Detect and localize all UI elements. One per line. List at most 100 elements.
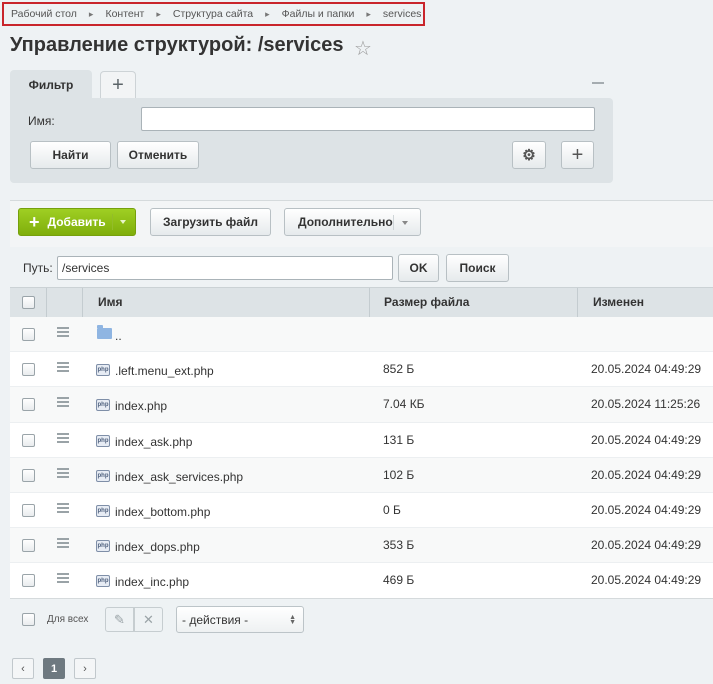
file-name[interactable]: index_ask.php — [115, 435, 192, 449]
file-modified: 20.05.2024 04:49:29 — [591, 467, 702, 482]
menu-icon[interactable] — [57, 432, 69, 443]
file-size: 0 Б — [383, 502, 401, 517]
name-label: Имя: — [28, 114, 55, 128]
prev-page-button[interactable]: ‹ — [12, 658, 34, 679]
php-file-icon: php — [96, 504, 110, 517]
file-name[interactable]: index_bottom.php — [115, 505, 210, 519]
chevron-down-icon[interactable] — [120, 220, 126, 224]
file-name[interactable]: .. — [115, 329, 122, 343]
actions-select[interactable]: - действия - ▲ ▼ — [176, 606, 304, 633]
table-row[interactable]: php index_dops.php 353 Б 20.05.2024 04:4… — [10, 528, 713, 564]
chevron-right-icon: ▸ — [88, 8, 94, 19]
ok-button[interactable]: OK — [398, 254, 439, 282]
collapse-filter-icon[interactable] — [592, 82, 604, 84]
php-file-icon: php — [96, 434, 110, 447]
cancel-button[interactable]: Отменить — [117, 141, 199, 169]
file-name[interactable]: index_inc.php — [115, 575, 189, 589]
add-filter-field-button[interactable]: + — [561, 141, 594, 169]
breadcrumb-item-content[interactable]: Контент — [105, 8, 144, 20]
menu-icon[interactable] — [57, 397, 69, 408]
find-button[interactable]: Найти — [30, 141, 111, 169]
table-row[interactable]: php index.php 7.04 КБ 20.05.2024 11:25:2… — [10, 387, 713, 423]
row-checkbox[interactable] — [22, 433, 35, 447]
file-modified: 20.05.2024 04:49:29 — [591, 538, 702, 553]
file-size: 469 Б — [383, 573, 415, 588]
chevron-right-icon: ▸ — [156, 8, 161, 19]
menu-icon[interactable] — [57, 362, 69, 373]
breadcrumb-item-services[interactable]: services — [383, 8, 422, 20]
column-header-name[interactable]: Имя — [98, 288, 123, 318]
file-modified: 20.05.2024 04:49:29 — [591, 362, 702, 377]
tab-filter[interactable]: Фильтр — [10, 70, 92, 99]
folder-up-icon — [97, 325, 112, 339]
breadcrumb-item-site-structure[interactable]: Структура сайта — [173, 8, 253, 20]
file-size: 131 Б — [383, 432, 415, 447]
path-input[interactable]: /services — [57, 256, 393, 280]
table-row[interactable]: .. — [10, 317, 713, 353]
close-icon[interactable]: ✕ — [134, 607, 163, 632]
table-row[interactable]: php .left.menu_ext.php 852 Б 20.05.2024 … — [10, 352, 713, 388]
plus-icon: + — [29, 211, 40, 232]
file-name[interactable]: index_ask_services.php — [115, 470, 243, 484]
chevron-right-icon: ▸ — [265, 8, 270, 19]
file-table: Имя Размер файла Изменен .. php .left.me… — [10, 287, 713, 599]
file-name[interactable]: index.php — [115, 399, 167, 413]
chevron-right-icon: ▸ — [366, 8, 371, 19]
column-header-size[interactable]: Размер файла — [384, 288, 469, 318]
divider — [577, 288, 578, 318]
upload-file-button[interactable]: Загрузить файл — [150, 208, 271, 236]
file-name[interactable]: .left.menu_ext.php — [115, 364, 214, 378]
menu-icon[interactable] — [57, 573, 69, 584]
menu-icon[interactable] — [57, 327, 69, 337]
more-button[interactable]: Дополнительно — [284, 208, 421, 236]
page-1-button[interactable]: 1 — [43, 658, 65, 679]
row-checkbox[interactable] — [22, 468, 35, 482]
row-checkbox[interactable] — [22, 574, 35, 588]
column-header-modified[interactable]: Изменен — [593, 288, 644, 318]
name-filter-input[interactable] — [141, 107, 595, 131]
table-body: .. php .left.menu_ext.php 852 Б 20.05.20… — [10, 317, 713, 599]
gear-icon[interactable]: ⚙ — [512, 141, 546, 169]
search-button[interactable]: Поиск — [446, 254, 509, 282]
file-size: 353 Б — [383, 538, 415, 553]
row-checkbox[interactable] — [22, 363, 35, 377]
divider — [369, 288, 370, 318]
menu-icon[interactable] — [57, 467, 69, 478]
breadcrumb: Рабочий стол ▸ Контент ▸ Структура сайта… — [2, 2, 425, 26]
file-modified: 20.05.2024 04:49:29 — [591, 573, 702, 588]
page-title: Управление структурой: /services — [10, 34, 344, 56]
select-all-checkbox[interactable] — [22, 296, 35, 309]
file-name[interactable]: index_dops.php — [115, 540, 200, 554]
add-button[interactable]: + Добавить — [18, 208, 136, 236]
breadcrumb-item-desktop[interactable]: Рабочий стол — [11, 8, 77, 20]
breadcrumb-item-files[interactable]: Файлы и папки — [282, 8, 355, 20]
row-checkbox[interactable] — [22, 328, 35, 341]
php-file-icon: php — [96, 469, 110, 482]
chevron-down-icon — [402, 221, 408, 225]
menu-icon[interactable] — [57, 502, 69, 513]
row-checkbox[interactable] — [22, 539, 35, 553]
row-checkbox[interactable] — [22, 398, 35, 412]
menu-icon[interactable] — [57, 538, 69, 549]
filter-panel: Имя: Найти Отменить ⚙ + — [10, 98, 613, 183]
divider — [82, 288, 83, 318]
table-row[interactable]: php index_inc.php 469 Б 20.05.2024 04:49… — [10, 563, 713, 599]
php-file-icon: php — [96, 540, 110, 553]
add-filter-tab-button[interactable]: + — [100, 71, 136, 98]
row-checkbox[interactable] — [22, 503, 35, 517]
table-row[interactable]: php index_bottom.php 0 Б 20.05.2024 04:4… — [10, 493, 713, 529]
next-page-button[interactable]: › — [74, 658, 96, 679]
star-icon[interactable]: ☆ — [354, 36, 372, 61]
table-row[interactable]: php index_ask.php 131 Б 20.05.2024 04:49… — [10, 423, 713, 458]
table-row[interactable]: php index_ask_services.php 102 Б 20.05.2… — [10, 457, 713, 493]
updown-icon: ▲ ▼ — [289, 614, 296, 626]
table-footer: Для всех ✎ ✕ - действия - ▲ ▼ — [10, 598, 713, 638]
edit-icon[interactable]: ✎ — [105, 607, 134, 632]
add-button-label: Добавить — [47, 215, 106, 229]
php-file-icon: php — [96, 399, 110, 412]
divider — [112, 214, 113, 230]
php-file-icon: php — [96, 364, 110, 377]
for-all-checkbox[interactable] — [22, 613, 35, 626]
file-modified: 20.05.2024 04:49:29 — [591, 502, 702, 517]
file-size: 7.04 КБ — [383, 397, 425, 412]
